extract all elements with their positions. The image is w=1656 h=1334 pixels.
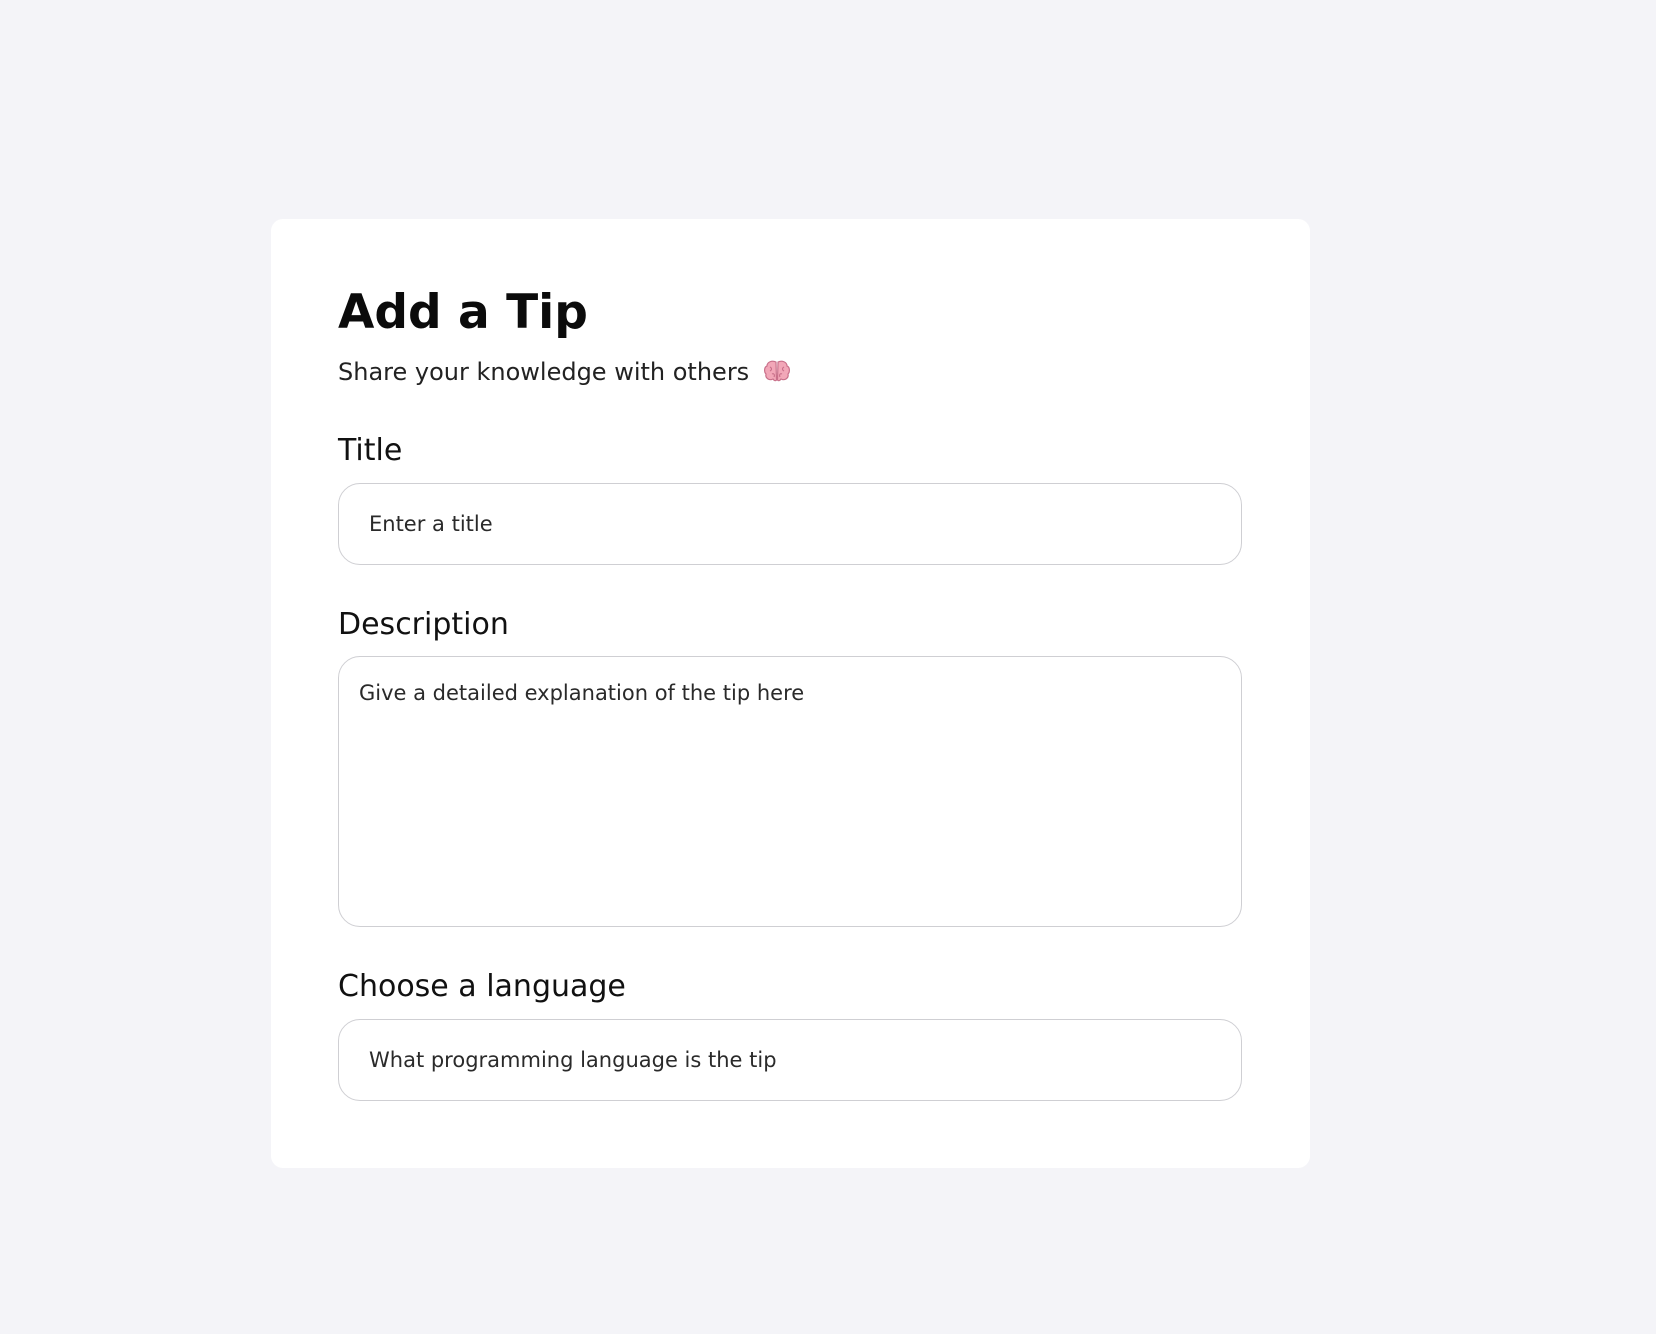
title-label: Title bbox=[338, 433, 403, 468]
description-textarea[interactable] bbox=[338, 656, 1242, 927]
description-label: Description bbox=[338, 607, 509, 642]
subtitle-text: Share your knowledge with others bbox=[338, 358, 750, 386]
title-input[interactable] bbox=[338, 483, 1242, 565]
language-input[interactable] bbox=[338, 1019, 1242, 1101]
language-label: Choose a language bbox=[338, 969, 626, 1004]
brain-icon bbox=[763, 359, 791, 391]
page-subtitle: Share your knowledge with others bbox=[338, 357, 791, 391]
page-title: Add a Tip bbox=[338, 285, 588, 340]
add-tip-card: Add a Tip Share your knowledge with othe… bbox=[271, 219, 1310, 1168]
